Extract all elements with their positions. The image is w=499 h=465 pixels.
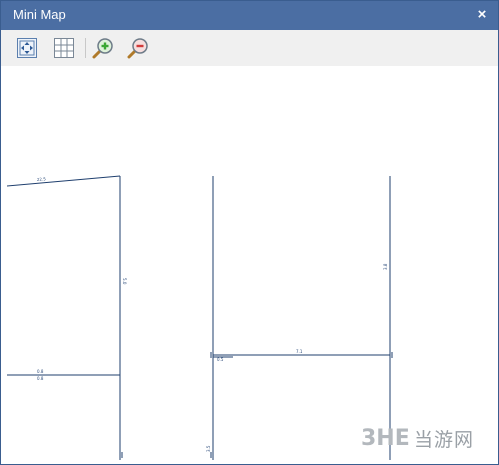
zoom-in-button[interactable] (90, 35, 116, 61)
mini-map-canvas[interactable]: 22.5 5.0 0.8 0.8 7.1 3.8 0.5 3.5 (7, 66, 492, 460)
dim-left-horizontal-1: 0.8 (37, 369, 44, 374)
zoom-out-icon (127, 38, 148, 59)
wall-top-slope (7, 175, 121, 187)
grid-icon (54, 38, 74, 58)
zoom-out-button[interactable] (125, 35, 151, 61)
close-button[interactable]: × (474, 7, 490, 23)
title-bar[interactable]: Mini Map × (1, 1, 498, 30)
watermark-logo-text: 3HE (361, 426, 410, 451)
dim-left-horizontal-2: 0.8 (37, 376, 44, 381)
window-title: Mini Map (13, 7, 66, 22)
close-icon: × (477, 6, 487, 23)
watermark-logo-icon: 3HE (361, 426, 410, 451)
fit-view-icon (17, 38, 37, 58)
toolbar-separator (85, 38, 86, 58)
watermark: 3HE 当游网 (359, 421, 489, 451)
zoom-in-icon (92, 38, 113, 59)
dim-bottom-middle: 3.5 (206, 445, 211, 452)
mini-map-window: Mini Map × 22.5 5.0 0.8 0.8 7.1 3.8 0.5 … (0, 0, 499, 465)
dim-left-vertical: 5.0 (122, 278, 127, 285)
dim-top-slope: 22.5 (37, 176, 47, 182)
toolbar (1, 30, 498, 66)
grid-button[interactable] (51, 35, 77, 61)
fit-view-button[interactable] (14, 35, 40, 61)
dim-middle-horizontal: 7.1 (296, 349, 303, 354)
dim-right-vertical: 3.8 (383, 263, 388, 270)
watermark-text: 当游网 (414, 429, 475, 451)
dim-bottom-left: 0.5 (217, 357, 224, 362)
map-drawing: 22.5 5.0 0.8 0.8 7.1 3.8 0.5 3.5 (7, 175, 393, 460)
